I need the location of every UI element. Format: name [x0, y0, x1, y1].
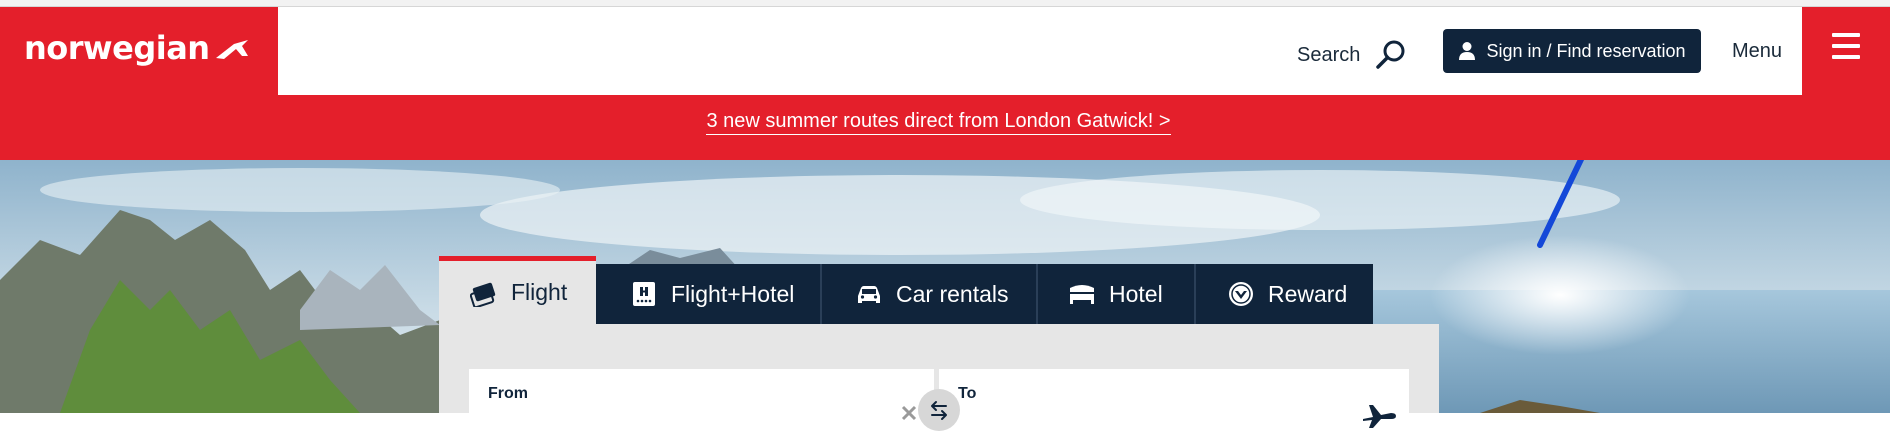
- brand-name: norwegian: [24, 29, 210, 67]
- tab-car-rentals-label: Car rentals: [896, 280, 1009, 307]
- tab-hotel-label: Hotel: [1109, 280, 1163, 307]
- sign-in-button[interactable]: Sign in / Find reservation: [1443, 29, 1701, 73]
- tab-flight-hotel[interactable]: Flight+Hotel: [596, 264, 822, 324]
- plane-tail-icon: [215, 40, 248, 59]
- tab-flight[interactable]: Flight: [439, 256, 596, 324]
- airplane-icon: [1363, 405, 1396, 428]
- tab-flight-hotel-label: Flight+Hotel: [671, 280, 795, 307]
- search-label: Search: [1297, 43, 1361, 66]
- booking-tabs: Flight Flight+Hotel Car rentals Hotel Re…: [439, 256, 1373, 324]
- tab-hotel[interactable]: Hotel: [1038, 264, 1196, 324]
- flight-ticket-icon: [470, 282, 496, 307]
- search-icon: [1376, 40, 1405, 69]
- reward-badge-icon: [1229, 282, 1253, 306]
- to-field[interactable]: To: [939, 369, 1409, 429]
- promo-link[interactable]: 3 new summer routes direct from London G…: [706, 110, 1171, 135]
- search-button[interactable]: Search: [1297, 38, 1408, 72]
- to-label: To: [958, 385, 977, 402]
- swap-arrows-icon: [931, 401, 947, 420]
- hamburger-icon[interactable]: [1832, 33, 1860, 59]
- tab-reward[interactable]: Reward: [1196, 264, 1373, 324]
- norwegian-logo[interactable]: norwegian: [24, 32, 250, 64]
- tab-reward-label: Reward: [1268, 280, 1348, 307]
- browser-top-strip: [0, 0, 1890, 7]
- flight-search-form: From To: [439, 324, 1439, 431]
- promo-banner: 3 new summer routes direct from London G…: [0, 110, 1877, 135]
- hotel-building-icon: [633, 282, 655, 306]
- swap-airports-button[interactable]: [918, 389, 960, 431]
- bed-icon: [1070, 285, 1094, 304]
- car-icon: [858, 286, 880, 303]
- annotation-arrow: [1537, 160, 1585, 248]
- from-label: From: [488, 385, 528, 402]
- user-icon: [1459, 42, 1476, 60]
- menu-label[interactable]: Menu: [1732, 40, 1782, 63]
- sign-in-label: Sign in / Find reservation: [1486, 40, 1686, 61]
- tab-flight-label: Flight: [511, 279, 568, 305]
- tab-car-rentals[interactable]: Car rentals: [822, 264, 1038, 324]
- close-icon[interactable]: [899, 403, 919, 423]
- from-field[interactable]: From: [469, 369, 934, 429]
